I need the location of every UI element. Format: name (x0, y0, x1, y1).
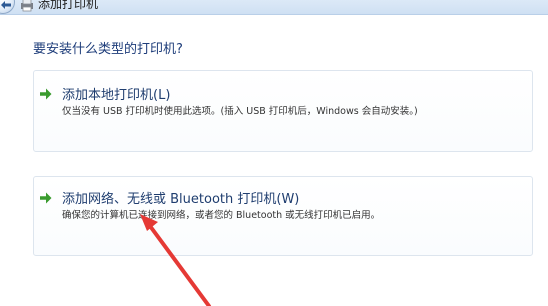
option-title: 添加本地打印机(L) (62, 88, 171, 103)
green-arrow-icon (40, 192, 52, 204)
option-title: 添加网络、无线或 Bluetooth 打印机(W) (62, 192, 300, 207)
page-question: 要安装什么类型的打印机? (33, 42, 183, 57)
window-title: 添加打印机 (38, 0, 99, 11)
option-description: 确保您的计算机已连接到网络，或者您的 Bluetooth 或无线打印机已启用。 (62, 210, 381, 221)
option-add-network-printer[interactable]: 添加网络、无线或 Bluetooth 打印机(W) 确保您的计算机已连接到网络，… (33, 176, 533, 256)
printer-icon (21, 0, 33, 12)
option-description: 仅当没有 USB 打印机时使用此选项。(插入 USB 打印机后，Windows … (62, 106, 418, 117)
green-arrow-icon (40, 88, 52, 100)
back-arrow-icon (1, 1, 11, 9)
back-button[interactable] (0, 0, 15, 14)
window-titlebar: 添加打印机 (0, 0, 548, 15)
option-add-local-printer[interactable]: 添加本地打印机(L) 仅当没有 USB 打印机时使用此选项。(插入 USB 打印… (33, 70, 533, 152)
